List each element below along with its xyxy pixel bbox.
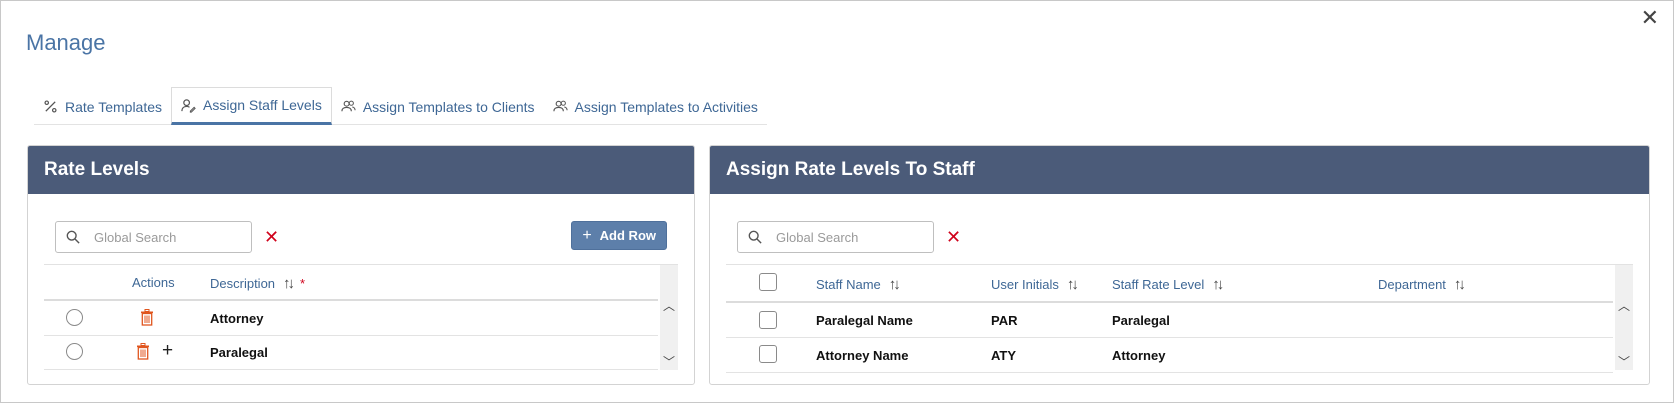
- column-actions: Actions: [132, 275, 175, 290]
- dialog-title: Manage: [26, 30, 106, 55]
- search-row: ✕: [737, 221, 961, 253]
- search-icon: [66, 230, 80, 244]
- search-box: [737, 221, 934, 253]
- add-row-label: Add Row: [599, 228, 656, 243]
- row-radio[interactable]: [66, 343, 83, 360]
- sort-icon[interactable]: ↑↓: [283, 275, 295, 292]
- staff-name-cell: Paralegal Name: [816, 313, 913, 328]
- column-label: Department: [1378, 277, 1446, 292]
- table-header: Actions Description ↑↓ *: [44, 265, 658, 301]
- tab-assign-templates-activities[interactable]: Assign Templates to Activities: [543, 89, 767, 125]
- percent-icon: [44, 100, 57, 113]
- table-row[interactable]: Paralegal Name PAR Paralegal: [726, 303, 1613, 338]
- column-label: Staff Rate Level: [1112, 277, 1205, 292]
- search-box: [55, 221, 252, 253]
- tab-label: Assign Templates to Activities: [574, 98, 758, 115]
- table-row[interactable]: + Paralegal: [44, 335, 658, 370]
- description-cell: Paralegal: [210, 345, 268, 360]
- table-header: Staff Name ↑↓ User Initials ↑↓ Staff Rat…: [726, 265, 1613, 303]
- search-icon: [748, 230, 762, 244]
- initials-cell: ATY: [991, 348, 1017, 363]
- plus-icon: +: [582, 226, 592, 244]
- column-staff-name[interactable]: Staff Name ↑↓: [816, 276, 901, 293]
- sort-icon[interactable]: ↑↓: [1067, 276, 1079, 293]
- rate-level-cell[interactable]: Paralegal: [1112, 313, 1170, 328]
- row-checkbox[interactable]: [759, 345, 777, 363]
- tab-label: Assign Staff Levels: [203, 97, 322, 113]
- users-icon: [341, 100, 356, 112]
- tab-assign-staff-levels[interactable]: Assign Staff Levels: [171, 87, 332, 125]
- global-search-input[interactable]: [92, 228, 236, 246]
- tab-bar: Rate Templates Assign Staff Levels Assig…: [34, 87, 767, 125]
- tab-rate-templates[interactable]: Rate Templates: [34, 89, 172, 125]
- clear-search-icon[interactable]: ✕: [264, 227, 279, 248]
- row-checkbox[interactable]: [759, 311, 777, 329]
- column-label: Staff Name: [816, 277, 881, 292]
- rate-levels-table: Actions Description ↑↓ * Attorney + Para…: [44, 264, 678, 370]
- assign-staff-panel: Assign Rate Levels To Staff ✕ Staff Name…: [709, 145, 1650, 385]
- close-icon[interactable]: ✕: [1641, 7, 1659, 29]
- column-user-initials[interactable]: User Initials ↑↓: [991, 276, 1079, 293]
- panel-title: Rate Levels: [28, 146, 694, 194]
- chevron-down-icon[interactable]: ﹀: [663, 353, 675, 370]
- manage-dialog: ✕ Manage Rate Templates Assign Staff Lev…: [0, 0, 1674, 403]
- sort-icon[interactable]: ↑↓: [889, 276, 901, 293]
- panel-title: Assign Rate Levels To Staff: [710, 146, 1649, 194]
- row-radio[interactable]: [66, 309, 83, 326]
- user-edit-icon: [181, 98, 196, 113]
- rate-level-cell[interactable]: Attorney: [1112, 348, 1165, 363]
- trash-icon[interactable]: [140, 309, 154, 326]
- sort-icon[interactable]: ↑↓: [1454, 276, 1466, 293]
- column-label: Actions: [132, 275, 175, 290]
- plus-icon[interactable]: +: [162, 340, 173, 362]
- rate-levels-panel: Rate Levels ✕ + Add Row Actions Descr: [27, 145, 695, 385]
- global-search-input[interactable]: [774, 228, 918, 246]
- chevron-up-icon[interactable]: ︿: [663, 297, 675, 314]
- table-row[interactable]: Attorney: [44, 301, 658, 336]
- vertical-scrollbar[interactable]: ︿ ﹀: [660, 265, 678, 370]
- tab-label: Rate Templates: [65, 98, 163, 115]
- select-all-checkbox[interactable]: [759, 273, 777, 291]
- add-row-button[interactable]: + Add Row: [571, 221, 667, 250]
- required-marker: *: [300, 276, 306, 291]
- column-label: User Initials: [991, 277, 1059, 292]
- initials-cell: PAR: [991, 313, 1018, 328]
- description-cell: Attorney: [210, 311, 264, 326]
- chevron-up-icon[interactable]: ︿: [1618, 297, 1630, 314]
- clear-search-icon[interactable]: ✕: [946, 227, 961, 248]
- tab-label: Assign Templates to Clients: [362, 98, 535, 115]
- column-label: Description: [210, 276, 276, 291]
- users-icon: [552, 100, 568, 112]
- search-row: ✕: [55, 221, 279, 253]
- sort-icon[interactable]: ↑↓: [1212, 276, 1224, 293]
- column-description[interactable]: Description ↑↓ *: [210, 275, 305, 292]
- vertical-scrollbar[interactable]: ︿ ﹀: [1615, 265, 1633, 370]
- table-row[interactable]: Attorney Name ATY Attorney: [726, 338, 1613, 373]
- staff-name-cell: Attorney Name: [816, 348, 909, 363]
- assign-staff-table: Staff Name ↑↓ User Initials ↑↓ Staff Rat…: [726, 264, 1633, 373]
- trash-icon[interactable]: [136, 343, 150, 360]
- column-staff-rate-level[interactable]: Staff Rate Level ↑↓: [1112, 276, 1224, 293]
- tab-assign-templates-clients[interactable]: Assign Templates to Clients: [331, 89, 544, 125]
- column-department[interactable]: Department ↑↓: [1378, 276, 1466, 293]
- chevron-down-icon[interactable]: ﹀: [1618, 353, 1630, 370]
